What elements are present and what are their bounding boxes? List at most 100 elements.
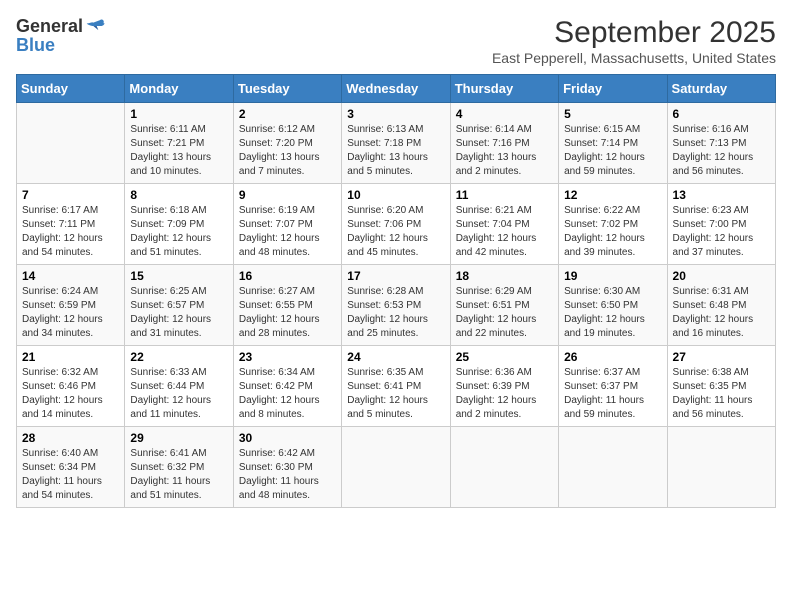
- calendar-cell: 13 Sunrise: 6:23 AM Sunset: 7:00 PM Dayli…: [667, 184, 775, 265]
- calendar-cell: [17, 103, 125, 184]
- day-info: Sunrise: 6:18 AM Sunset: 7:09 PM Dayligh…: [130, 204, 227, 260]
- calendar-cell: 20Sunrise: 6:31 AM Sunset: 6:48 PM Dayli…: [667, 265, 775, 346]
- day-number: 25: [456, 350, 553, 364]
- day-header-thursday: Thursday: [450, 75, 558, 103]
- calendar-cell: 1Sunrise: 6:11 AM Sunset: 7:21 PM Daylig…: [125, 103, 233, 184]
- day-info: Sunrise: 6:14 AM Sunset: 7:16 PM Dayligh…: [456, 123, 553, 179]
- logo-general-text: General: [16, 17, 83, 35]
- day-number: 6: [673, 107, 770, 121]
- day-info: Sunrise: 6:38 AM Sunset: 6:35 PM Dayligh…: [673, 366, 770, 422]
- calendar-cell: 12 Sunrise: 6:22 AM Sunset: 7:02 PM Dayli…: [559, 184, 667, 265]
- day-number: 2: [239, 107, 336, 121]
- day-number: 10: [347, 188, 444, 202]
- calendar-cell: 18Sunrise: 6:29 AM Sunset: 6:51 PM Dayli…: [450, 265, 558, 346]
- day-number: 20: [673, 269, 770, 283]
- day-info: Sunrise: 6:34 AM Sunset: 6:42 PM Dayligh…: [239, 366, 336, 422]
- location-subtitle: East Pepperell, Massachusetts, United St…: [492, 50, 776, 66]
- day-number: 3: [347, 107, 444, 121]
- header: General Blue September 2025 East Peppere…: [16, 16, 776, 66]
- day-number: 21: [22, 350, 119, 364]
- day-number: 7: [22, 188, 119, 202]
- calendar-cell: 17 Sunrise: 6:28 AM Sunset: 6:53 PM Dayli…: [342, 265, 450, 346]
- calendar-week-row: 21 Sunrise: 6:32 AM Sunset: 6:46 PM Dayli…: [17, 346, 776, 427]
- day-number: 11: [456, 188, 553, 202]
- calendar-cell: 25Sunrise: 6:36 AM Sunset: 6:39 PM Dayli…: [450, 346, 558, 427]
- calendar-cell: 6 Sunrise: 6:16 AM Sunset: 7:13 PM Daylig…: [667, 103, 775, 184]
- day-info: Sunrise: 6:42 AM Sunset: 6:30 PM Dayligh…: [239, 447, 336, 503]
- day-info: Sunrise: 6:24 AM Sunset: 6:59 PM Dayligh…: [22, 285, 119, 341]
- day-info: Sunrise: 6:21 AM Sunset: 7:04 PM Dayligh…: [456, 204, 553, 260]
- day-info: Sunrise: 6:35 AM Sunset: 6:41 PM Dayligh…: [347, 366, 444, 422]
- day-info: Sunrise: 6:22 AM Sunset: 7:02 PM Dayligh…: [564, 204, 661, 260]
- calendar-cell: [667, 427, 775, 508]
- calendar-week-row: 7Sunrise: 6:17 AM Sunset: 7:11 PM Daylig…: [17, 184, 776, 265]
- day-info: Sunrise: 6:40 AM Sunset: 6:34 PM Dayligh…: [22, 447, 119, 503]
- day-number: 4: [456, 107, 553, 121]
- day-info: Sunrise: 6:30 AM Sunset: 6:50 PM Dayligh…: [564, 285, 661, 341]
- calendar-cell: 16 Sunrise: 6:27 AM Sunset: 6:55 PM Dayli…: [233, 265, 341, 346]
- day-number: 16: [239, 269, 336, 283]
- calendar-cell: 26 Sunrise: 6:37 AM Sunset: 6:37 PM Dayli…: [559, 346, 667, 427]
- day-number: 30: [239, 431, 336, 445]
- calendar-week-row: 14 Sunrise: 6:24 AM Sunset: 6:59 PM Dayli…: [17, 265, 776, 346]
- day-info: Sunrise: 6:19 AM Sunset: 7:07 PM Dayligh…: [239, 204, 336, 260]
- day-number: 14: [22, 269, 119, 283]
- day-header-wednesday: Wednesday: [342, 75, 450, 103]
- calendar-cell: 4 Sunrise: 6:14 AM Sunset: 7:16 PM Daylig…: [450, 103, 558, 184]
- calendar-cell: 27 Sunrise: 6:38 AM Sunset: 6:35 PM Dayli…: [667, 346, 775, 427]
- day-number: 17: [347, 269, 444, 283]
- day-header-sunday: Sunday: [17, 75, 125, 103]
- day-info: Sunrise: 6:28 AM Sunset: 6:53 PM Dayligh…: [347, 285, 444, 341]
- day-number: 19: [564, 269, 661, 283]
- calendar-cell: 22 Sunrise: 6:33 AM Sunset: 6:44 PM Dayli…: [125, 346, 233, 427]
- day-info: Sunrise: 6:41 AM Sunset: 6:32 PM Dayligh…: [130, 447, 227, 503]
- day-info: Sunrise: 6:33 AM Sunset: 6:44 PM Dayligh…: [130, 366, 227, 422]
- calendar-cell: 19 Sunrise: 6:30 AM Sunset: 6:50 PM Dayli…: [559, 265, 667, 346]
- day-number: 18: [456, 269, 553, 283]
- calendar-cell: 10 Sunrise: 6:20 AM Sunset: 7:06 PM Dayli…: [342, 184, 450, 265]
- day-header-tuesday: Tuesday: [233, 75, 341, 103]
- calendar-cell: 11 Sunrise: 6:21 AM Sunset: 7:04 PM Dayli…: [450, 184, 558, 265]
- calendar-cell: 23 Sunrise: 6:34 AM Sunset: 6:42 PM Dayli…: [233, 346, 341, 427]
- day-number: 13: [673, 188, 770, 202]
- calendar-cell: [450, 427, 558, 508]
- day-number: 28: [22, 431, 119, 445]
- day-number: 15: [130, 269, 227, 283]
- day-number: 26: [564, 350, 661, 364]
- calendar-cell: 24 Sunrise: 6:35 AM Sunset: 6:41 PM Dayli…: [342, 346, 450, 427]
- day-number: 23: [239, 350, 336, 364]
- day-number: 9: [239, 188, 336, 202]
- day-number: 29: [130, 431, 227, 445]
- calendar-cell: 7Sunrise: 6:17 AM Sunset: 7:11 PM Daylig…: [17, 184, 125, 265]
- logo-blue-text: Blue: [16, 35, 55, 55]
- calendar-cell: 5Sunrise: 6:15 AM Sunset: 7:14 PM Daylig…: [559, 103, 667, 184]
- day-info: Sunrise: 6:37 AM Sunset: 6:37 PM Dayligh…: [564, 366, 661, 422]
- day-info: Sunrise: 6:25 AM Sunset: 6:57 PM Dayligh…: [130, 285, 227, 341]
- title-block: September 2025 East Pepperell, Massachus…: [492, 16, 776, 66]
- calendar-table: SundayMondayTuesdayWednesdayThursdayFrid…: [16, 74, 776, 508]
- calendar-cell: 2 Sunrise: 6:12 AM Sunset: 7:20 PM Daylig…: [233, 103, 341, 184]
- day-info: Sunrise: 6:27 AM Sunset: 6:55 PM Dayligh…: [239, 285, 336, 341]
- day-number: 22: [130, 350, 227, 364]
- calendar-cell: 15 Sunrise: 6:25 AM Sunset: 6:57 PM Dayli…: [125, 265, 233, 346]
- day-number: 1: [130, 107, 227, 121]
- calendar-cell: 30 Sunrise: 6:42 AM Sunset: 6:30 PM Dayli…: [233, 427, 341, 508]
- calendar-cell: 9 Sunrise: 6:19 AM Sunset: 7:07 PM Daylig…: [233, 184, 341, 265]
- day-header-monday: Monday: [125, 75, 233, 103]
- calendar-cell: 8Sunrise: 6:18 AM Sunset: 7:09 PM Daylig…: [125, 184, 233, 265]
- day-number: 24: [347, 350, 444, 364]
- calendar-week-row: 1Sunrise: 6:11 AM Sunset: 7:21 PM Daylig…: [17, 103, 776, 184]
- calendar-cell: [342, 427, 450, 508]
- day-header-friday: Friday: [559, 75, 667, 103]
- calendar-cell: [559, 427, 667, 508]
- day-number: 12: [564, 188, 661, 202]
- logo-bird-icon: [85, 16, 105, 36]
- calendar-cell: 21 Sunrise: 6:32 AM Sunset: 6:46 PM Dayli…: [17, 346, 125, 427]
- day-info: Sunrise: 6:32 AM Sunset: 6:46 PM Dayligh…: [22, 366, 119, 422]
- day-info: Sunrise: 6:23 AM Sunset: 7:00 PM Dayligh…: [673, 204, 770, 260]
- logo: General Blue: [16, 16, 105, 56]
- day-info: Sunrise: 6:16 AM Sunset: 7:13 PM Dayligh…: [673, 123, 770, 179]
- day-number: 27: [673, 350, 770, 364]
- day-info: Sunrise: 6:12 AM Sunset: 7:20 PM Dayligh…: [239, 123, 336, 179]
- day-info: Sunrise: 6:20 AM Sunset: 7:06 PM Dayligh…: [347, 204, 444, 260]
